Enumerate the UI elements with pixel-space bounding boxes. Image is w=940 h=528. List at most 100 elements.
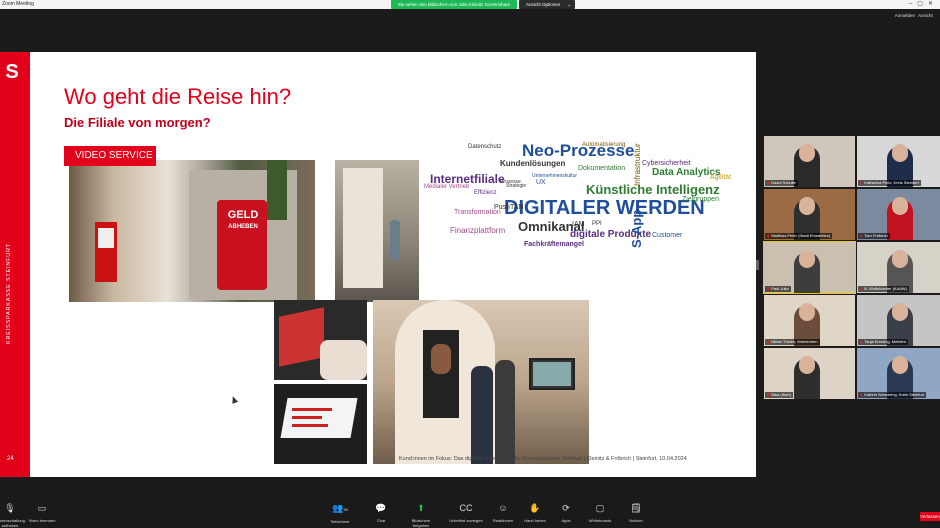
notes-label: Notizen — [629, 518, 643, 523]
participants-icon: 👥30 — [332, 503, 348, 513]
meeting-toolbar: 🎙 Stummschaltung aufheben ▭ Video beende… — [0, 500, 940, 528]
shared-screen-area: S KREISSPARKASSE STEINFURT 24 Wo geht di… — [0, 24, 756, 500]
slide-footer: Kund:innen im Fokus: Das digitale Ökosys… — [399, 456, 687, 462]
microphone-muted-icon: ▮ — [767, 233, 770, 238]
word-cloud-term: Automatisierung — [582, 142, 626, 148]
slide-subtitle: Die Filiale von morgen? — [64, 115, 211, 130]
reactions-label: Reaktionen — [492, 518, 514, 523]
video-advisor-photo — [373, 300, 589, 464]
participant-head-shape — [799, 356, 815, 374]
participant-name: Katharina Pietz, Kreis Steinfurt — [864, 180, 919, 185]
slide-page-number: 24 — [7, 456, 14, 462]
participant-name: Tanja Ernsting, Metelen — [864, 339, 907, 344]
bank-name-vertical: KREISSPARKASSE STEINFURT — [6, 243, 12, 344]
atm-sign-abheben: ABHEBEN — [228, 224, 258, 230]
atm-sign: GELD ABHEBEN — [219, 210, 267, 232]
participant-name-label: ▮ Tom Fröbrich — [858, 233, 890, 239]
participant-head-shape — [892, 144, 908, 162]
participants-count: 30 — [343, 507, 348, 512]
participant-name-label: ▮ Nika (Ibert) — [765, 392, 793, 398]
customer-shape — [495, 360, 515, 464]
participant-tile[interactable]: ▮ Tanja Ernsting, Metelen — [857, 295, 940, 346]
participant-gallery: ▮ David Schulte ▮ Katharina Pietz, Kreis St… — [760, 136, 940, 400]
notes-button[interactable]: 🗒 Notizen — [618, 503, 654, 523]
microphone-muted-icon: ▮ — [767, 180, 770, 185]
touchscreen-photo — [274, 384, 367, 464]
word-cloud-term: Fachkräftemangel — [524, 241, 584, 248]
microphone-muted-icon: ▮ — [860, 339, 863, 344]
card-terminal-photo — [274, 300, 367, 380]
participant-head-shape — [799, 197, 815, 215]
atm-sign-geld: GELD — [227, 209, 259, 221]
camera-icon: ▭ — [37, 503, 47, 513]
microphone-muted-icon: ▮ — [860, 286, 863, 291]
app-title: Zoom Meeting — [2, 1, 34, 7]
participants-label: Teilnehmer — [330, 519, 350, 524]
word-cloud-term: Agilität — [710, 174, 732, 181]
stop-video-button[interactable]: ▭ Video beenden — [24, 503, 60, 523]
participant-tile[interactable]: ▮ Mieke Thelen, Ibbenbüren — [764, 295, 855, 346]
participant-head-shape — [799, 303, 815, 321]
word-cloud-term: Künstliche Intelligenz — [586, 182, 720, 197]
participant-tile[interactable]: ▮ Katharina Pietz, Kreis Steinfurt — [857, 136, 940, 187]
video-service-badge: VIDEO SERVICE — [64, 146, 156, 166]
hand-shape — [320, 340, 367, 380]
captions-button[interactable]: CC Untertitel anzeigen — [448, 503, 484, 523]
word-cloud-term: Datenschutz — [468, 144, 502, 150]
reactions-button[interactable]: ☺ Reaktionen — [485, 503, 521, 523]
captions-icon: CC — [459, 503, 473, 513]
chat-label: Chat — [376, 518, 386, 523]
notes-icon: 🗒 — [630, 503, 642, 513]
participant-head-shape — [799, 144, 815, 162]
participant-tile[interactable]: ▮ B. Wulfekoetter (KAAW) — [857, 242, 940, 293]
participant-tile[interactable]: ▮ Kathrin Schwering, Kreis Steinfurt — [857, 348, 940, 399]
word-cloud-term: Prozesse — [500, 179, 521, 185]
word-cloud-term: Infrastruktur — [633, 143, 642, 186]
raise-hand-label: Hand heben — [524, 518, 546, 523]
word-cloud-term: Dokumentation — [578, 165, 626, 172]
meeting-header: Anmelden Ansicht — [0, 9, 940, 24]
mouse-cursor-icon — [229, 395, 239, 404]
word-cloud-term: Medialer Vertrieb — [424, 184, 470, 190]
participant-tile[interactable]: ▮ David Schulte — [764, 136, 855, 187]
screen-line-shape — [292, 424, 328, 427]
chevron-down-icon: ⌄ — [567, 2, 571, 7]
captions-label: Untertitel anzeigen — [449, 518, 483, 523]
participant-tile[interactable]: ▮ Tom Fröbrich — [857, 189, 940, 240]
word-cloud-term: PPI — [592, 221, 602, 227]
microphone-muted-icon: ▮ — [767, 286, 770, 291]
participants-button[interactable]: 👥30 Teilnehmer — [322, 503, 358, 524]
presentation-slide: S KREISSPARKASSE STEINFURT 24 Wo geht di… — [0, 52, 756, 477]
participant-head-shape — [892, 250, 908, 268]
word-cloud-term: PushTAN — [494, 204, 524, 211]
microphone-muted-icon: ▮ — [860, 180, 863, 185]
participant-name-label: ▮ Katharina Pietz, Kreis Steinfurt — [858, 180, 921, 186]
plant-wall-shape — [267, 160, 287, 220]
participant-tile[interactable]: ▮ Matthias Peter (Stadt Emsdetten) — [764, 189, 855, 240]
apps-icon: ⟳ — [562, 503, 570, 513]
screen-line-shape — [292, 408, 332, 411]
whiteboards-label: Whiteboards — [588, 518, 612, 523]
participant-name-label: ▮ Matthias Peter (Stadt Emsdetten) — [765, 233, 833, 239]
word-cloud-term: Unternehmenskultur — [532, 173, 578, 179]
kiosk-screen-shape — [98, 228, 114, 248]
whiteboards-button[interactable]: ▢ Whiteboards — [582, 503, 618, 523]
window-controls[interactable]: –▢✕ — [909, 0, 938, 9]
apps-button[interactable]: ⟳ Apps — [548, 503, 584, 523]
participant-tile[interactable]: ▮ Paul Julia — [763, 241, 856, 294]
gallery-resize-handle[interactable] — [756, 260, 759, 270]
participant-name-label: ▮ Mieke Thelen, Ibbenbüren — [765, 339, 820, 345]
branch-interior-photo: GELD ABHEBEN — [69, 160, 315, 302]
view-button[interactable]: Ansicht — [918, 13, 940, 18]
door-shape — [343, 168, 383, 288]
view-options-button[interactable]: Ansicht Optionen ⌄ — [519, 0, 575, 9]
share-screen-button[interactable]: ⬆ Bildschirm freigeben — [403, 503, 439, 528]
microphone-muted-icon: ▮ — [860, 392, 863, 397]
word-cloud-term: UX — [536, 179, 546, 186]
leave-button[interactable]: Verlassen — [920, 512, 940, 521]
chat-button[interactable]: 💬 Chat — [363, 503, 399, 523]
participant-tile[interactable]: ▮ Nika (Ibert) — [764, 348, 855, 399]
participant-name: Matthias Peter (Stadt Emsdetten) — [771, 233, 831, 238]
signin-button[interactable]: Anmelden — [895, 13, 915, 18]
participant-name-label: ▮ Paul Julia — [765, 286, 791, 292]
